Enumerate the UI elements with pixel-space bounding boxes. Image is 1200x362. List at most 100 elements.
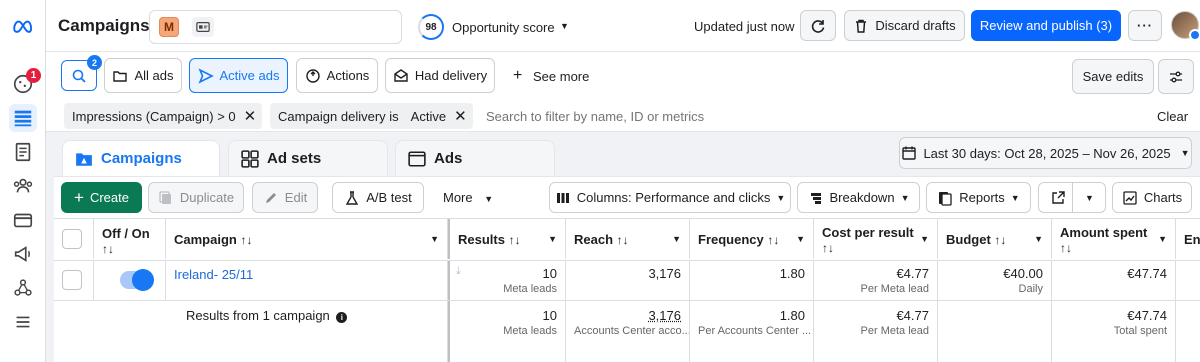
reports-dropdown[interactable]: Reports ▼ bbox=[926, 182, 1031, 213]
tab-campaigns[interactable]: Campaigns bbox=[62, 140, 220, 176]
charts-button[interactable]: Charts bbox=[1112, 182, 1192, 213]
envelope-icon bbox=[393, 68, 409, 84]
send-arrow-icon bbox=[198, 68, 214, 84]
billing-card-icon[interactable] bbox=[9, 206, 37, 234]
audiences-icon[interactable] bbox=[9, 172, 37, 200]
more-options-button[interactable]: ··· bbox=[1128, 10, 1162, 41]
actions-button[interactable]: Actions bbox=[296, 58, 378, 93]
select-all-checkbox[interactable] bbox=[62, 229, 82, 249]
chevron-down-icon: ▼ bbox=[1034, 234, 1043, 244]
had-delivery-button[interactable]: Had delivery bbox=[385, 58, 495, 93]
close-icon[interactable]: ✕ bbox=[244, 107, 257, 125]
more-actions-dropdown[interactable]: More ▼ bbox=[443, 190, 493, 205]
export-icon bbox=[1050, 190, 1066, 206]
cell-results: ⤓ 10 Meta leads bbox=[448, 261, 566, 300]
folder-icon bbox=[112, 68, 128, 84]
info-icon[interactable]: i bbox=[336, 312, 347, 323]
chevron-down-icon: ▼ bbox=[1181, 148, 1190, 158]
header-cost-per-result[interactable]: Cost per result ↑↓ ▼ bbox=[814, 219, 938, 259]
breakdown-icon bbox=[808, 190, 824, 206]
breakdown-dropdown[interactable]: Breakdown ▼ bbox=[797, 182, 920, 213]
header-budget[interactable]: Budget ↑↓ ▼ bbox=[938, 219, 1052, 259]
chevron-down-icon: ▼ bbox=[548, 234, 557, 244]
megaphone-icon[interactable] bbox=[9, 240, 37, 268]
chevron-down-icon: ▼ bbox=[776, 193, 785, 203]
clear-filters-link[interactable]: Clear bbox=[1157, 109, 1188, 124]
columns-dropdown[interactable]: Columns: Performance and clicks ▼ bbox=[549, 182, 791, 213]
campaign-on-off-toggle[interactable] bbox=[120, 271, 152, 289]
header-ends[interactable]: Ends bbox=[1176, 219, 1200, 259]
refresh-button[interactable] bbox=[800, 10, 836, 41]
gauge-icon bbox=[305, 68, 321, 84]
campaigns-table-icon[interactable] bbox=[9, 104, 37, 132]
cell-frequency: 1.80 bbox=[690, 261, 814, 300]
cell-reach: 3,176 bbox=[566, 261, 690, 300]
search-button[interactable]: 2 bbox=[61, 60, 97, 91]
header-off-on[interactable]: Off / On ↑↓ bbox=[94, 219, 166, 259]
meta-logo-icon[interactable] bbox=[9, 12, 37, 40]
tab-ads[interactable]: Ads bbox=[395, 140, 555, 176]
menu-hamburger-icon[interactable] bbox=[9, 308, 37, 336]
summary-cost-per-result: €4.77 Per Meta lead bbox=[814, 301, 938, 362]
account-selector[interactable]: M bbox=[149, 10, 402, 44]
cell-budget[interactable]: €40.00 Daily bbox=[938, 261, 1052, 300]
chevron-down-icon: ▼ bbox=[1085, 193, 1094, 203]
row-checkbox[interactable] bbox=[62, 270, 82, 290]
table-header-row: Off / On ↑↓ Campaign ↑↓ ▼ Results ↑↓ ▼ Reac… bbox=[54, 219, 1200, 260]
header-frequency[interactable]: Frequency ↑↓ ▼ bbox=[690, 219, 814, 259]
active-ads-button[interactable]: Active ads bbox=[189, 58, 288, 93]
discard-drafts-button[interactable]: Discard drafts bbox=[844, 10, 965, 41]
opportunity-score-ring[interactable]: 98 bbox=[418, 14, 444, 40]
edit-button[interactable]: Edit bbox=[252, 182, 318, 213]
table-row[interactable]: Ireland- 25/11 ⤓ 10 Meta leads 3,176 1.80… bbox=[54, 260, 1200, 300]
filter-search-input[interactable] bbox=[480, 104, 1100, 128]
date-range-picker[interactable]: Last 30 days: Oct 28, 2025 – Nov 26, 202… bbox=[899, 137, 1192, 169]
create-button[interactable]: + Create bbox=[61, 182, 142, 213]
close-icon[interactable]: ✕ bbox=[454, 107, 467, 125]
filter-chip-impressions[interactable]: Impressions (Campaign) > 0 ✕ bbox=[64, 103, 262, 129]
settings-sliders-button[interactable] bbox=[1158, 59, 1194, 94]
see-more-link[interactable]: See more bbox=[533, 69, 589, 84]
ad-account-icon bbox=[192, 17, 214, 37]
chevron-down-icon: ▼ bbox=[920, 234, 929, 244]
chevron-down-icon: ▼ bbox=[672, 234, 681, 244]
all-ads-button[interactable]: All ads bbox=[104, 58, 182, 93]
opportunity-score-label[interactable]: Opportunity score bbox=[452, 20, 555, 35]
header-reach[interactable]: Reach ↑↓ ▼ bbox=[566, 219, 690, 259]
business-network-icon[interactable] bbox=[9, 274, 37, 302]
save-edits-button[interactable]: Save edits bbox=[1072, 59, 1154, 94]
sort-icon: ↑↓ bbox=[767, 233, 779, 247]
export-button[interactable]: ▼ bbox=[1038, 182, 1106, 213]
notification-badge: 1 bbox=[26, 68, 41, 83]
duplicate-button[interactable]: Duplicate bbox=[148, 182, 244, 213]
summary-row: Results from 1 campaign i 10 Meta leads 3… bbox=[54, 300, 1200, 362]
chart-line-icon bbox=[1122, 190, 1138, 206]
chevron-down-icon[interactable]: ▼ bbox=[560, 21, 569, 31]
review-publish-button[interactable]: Review and publish (3) bbox=[971, 10, 1121, 41]
pages-icon[interactable] bbox=[9, 138, 37, 166]
left-nav-rail: 1 bbox=[0, 0, 46, 362]
tab-ad-sets[interactable]: Ad sets bbox=[228, 140, 388, 176]
summary-frequency: 1.80 Per Accounts Center ... bbox=[690, 301, 814, 362]
campaign-folder-icon bbox=[75, 150, 93, 168]
sort-icon: ↑↓ bbox=[240, 233, 252, 247]
campaign-name-link[interactable]: Ireland- 25/11 bbox=[166, 261, 448, 300]
campaigns-table: Off / On ↑↓ Campaign ↑↓ ▼ Results ↑↓ ▼ Reac… bbox=[54, 218, 1200, 362]
header-results[interactable]: Results ↑↓ ▼ bbox=[448, 219, 566, 259]
account-overview-icon[interactable]: 1 bbox=[9, 70, 37, 98]
header-campaign[interactable]: Campaign ↑↓ ▼ bbox=[166, 219, 448, 259]
sort-icon: ↑↓ bbox=[1060, 241, 1072, 255]
header-amount-spent[interactable]: Amount spent ↑↓ ▼ bbox=[1052, 219, 1176, 259]
chevron-down-icon: ▼ bbox=[796, 234, 805, 244]
plus-icon[interactable]: + bbox=[513, 67, 522, 85]
chevron-down-icon: ▼ bbox=[1011, 193, 1020, 203]
filter-bar: 2 All ads Active ads Actions Had deliver… bbox=[46, 52, 1200, 100]
top-bar: Campaigns M 98 Opportunity score ▼ Updat… bbox=[46, 0, 1200, 52]
user-avatar[interactable] bbox=[1171, 11, 1199, 39]
cell-amount-spent: €47.74 bbox=[1052, 261, 1176, 300]
filter-chips-bar: Impressions (Campaign) > 0 ✕ Campaign de… bbox=[46, 100, 1200, 132]
chevron-down-icon: ▼ bbox=[901, 193, 910, 203]
ab-test-button[interactable]: A/B test bbox=[332, 182, 424, 213]
filter-chip-delivery[interactable]: Campaign delivery is Active ✕ bbox=[270, 103, 473, 129]
summary-label: Results from 1 campaign i bbox=[166, 301, 448, 362]
